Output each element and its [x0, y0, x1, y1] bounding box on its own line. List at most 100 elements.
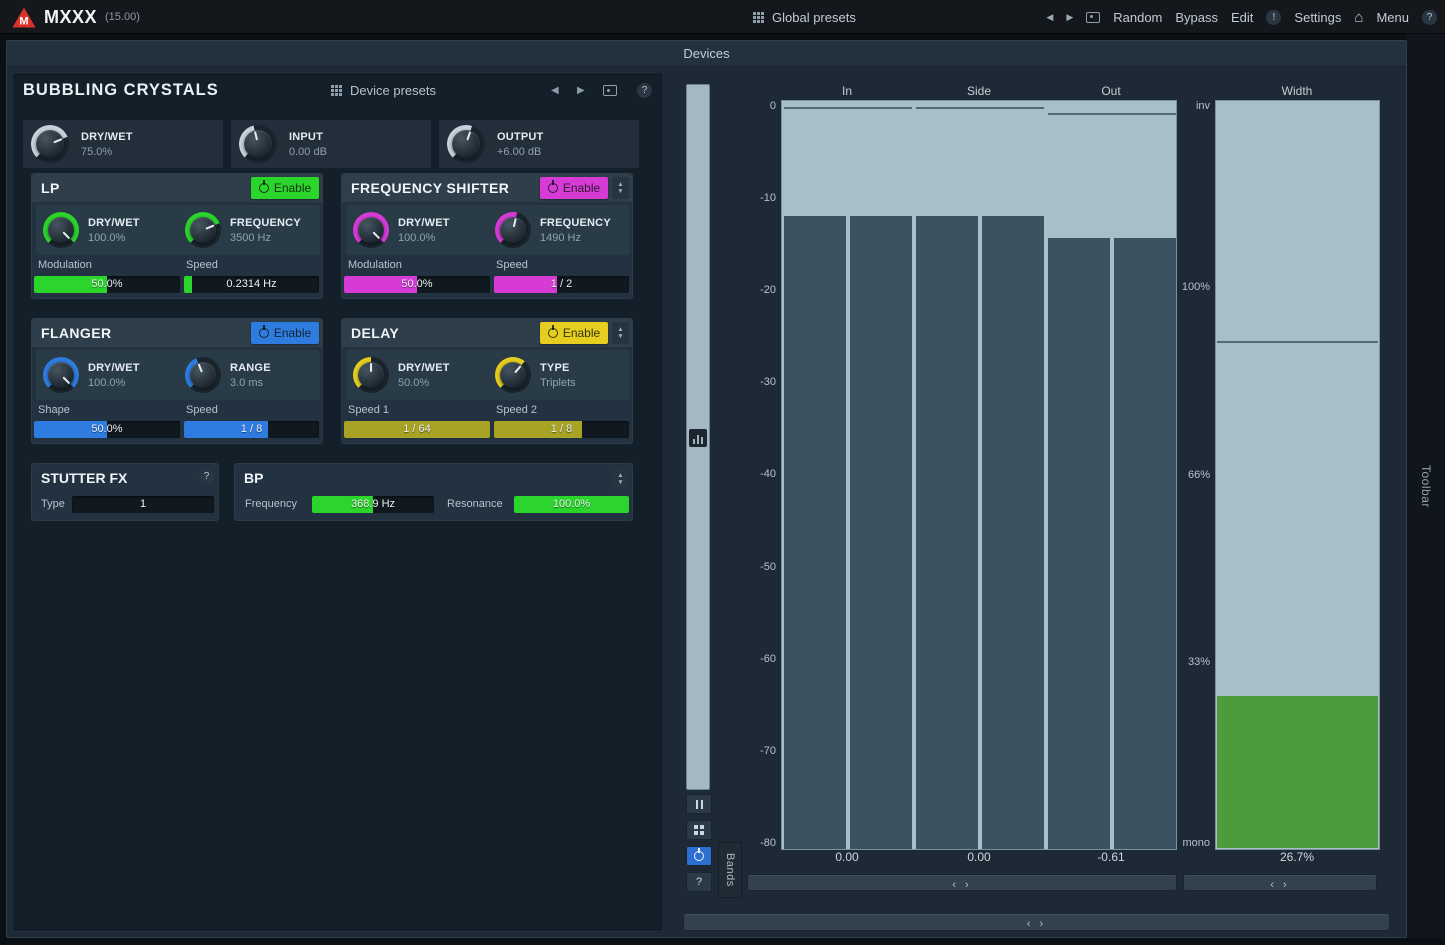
- layout-grid-icon: [694, 825, 704, 835]
- enable-button[interactable]: Enable: [540, 322, 608, 344]
- knob-range[interactable]: [185, 357, 221, 393]
- param-value: 50.0%: [344, 276, 490, 293]
- knob-group-dry-wet: DRY/WET100.0%: [36, 205, 178, 255]
- param-slider-frequency[interactable]: 368.9 Hz: [312, 496, 434, 513]
- knob-dry-wet[interactable]: [353, 357, 389, 393]
- param-label: Resonance: [447, 498, 503, 510]
- knob-value: 100.0%: [88, 377, 140, 389]
- module-bp: BP ▲ ▼ Frequency368.9 HzResonance100.0%: [234, 463, 633, 521]
- knob-type[interactable]: [495, 357, 531, 393]
- param-label: Speed: [496, 259, 528, 271]
- param-label: Modulation: [38, 259, 92, 271]
- param-slider-modulation[interactable]: 50.0%: [34, 276, 180, 293]
- device-panel: BUBBLING CRYSTALS Device presets ◀ ▶ ? D…: [14, 74, 662, 930]
- menu-button[interactable]: Menu: [1376, 10, 1409, 25]
- db-tick-label: -30: [734, 376, 776, 388]
- width-scrollbar[interactable]: ‹ ›: [1183, 874, 1377, 891]
- width-tick-label: inv: [1166, 100, 1210, 112]
- level-bar-out: [1048, 238, 1110, 849]
- enable-button[interactable]: Enable: [251, 322, 319, 344]
- stutter-help-icon[interactable]: ?: [199, 469, 214, 484]
- knob-dry-wet[interactable]: [353, 212, 389, 248]
- bottom-scrollbar[interactable]: ‹ ›: [683, 913, 1390, 931]
- settings-button[interactable]: Settings: [1294, 10, 1341, 25]
- pause-button[interactable]: [686, 794, 712, 814]
- knob-strip: DRY/WET100.0%RANGE3.0 ms: [36, 350, 320, 400]
- titlebar: M MXXX (15.00) Global presets ◀ ▶ Random…: [0, 0, 1445, 34]
- knob-output[interactable]: [447, 125, 485, 163]
- scroll-arrows-icon: ‹ ›: [1270, 879, 1289, 891]
- device-name: BUBBLING CRYSTALS: [23, 81, 219, 100]
- preset-image-icon[interactable]: [603, 85, 617, 96]
- level-bar-in: [850, 216, 912, 849]
- module-delay: DELAYEnable▲▼DRY/WET50.0%TYPETripletsSpe…: [341, 318, 633, 444]
- peak-line: [916, 107, 1044, 109]
- global-presets-button[interactable]: Global presets: [753, 0, 856, 34]
- reorder-button[interactable]: ▲▼: [612, 177, 629, 199]
- param-slider-speed[interactable]: 1 / 2: [494, 276, 629, 293]
- param-slider-modulation[interactable]: 50.0%: [344, 276, 490, 293]
- master-knob-output: OUTPUT+6.00 dB: [439, 120, 639, 168]
- knob-label: FREQUENCY: [230, 217, 301, 229]
- param-slider-resonance[interactable]: 100.0%: [514, 496, 629, 513]
- chevron-down-icon: ▼: [617, 188, 623, 195]
- knob-frequency[interactable]: [185, 212, 221, 248]
- meter-value: 0.00: [797, 850, 897, 864]
- next-global-preset-button[interactable]: ▶: [1066, 12, 1073, 23]
- meter-zoom-slider[interactable]: [686, 84, 710, 790]
- knob-group-range: RANGE3.0 ms: [178, 350, 320, 400]
- chevron-up-icon: ▲: [617, 326, 623, 333]
- meter-power-button[interactable]: [686, 846, 712, 866]
- edit-button[interactable]: Edit: [1231, 10, 1253, 25]
- param-slider-speed[interactable]: 1 / 8: [184, 421, 319, 438]
- enable-button[interactable]: Enable: [540, 177, 608, 199]
- random-button[interactable]: Random: [1113, 10, 1162, 25]
- meter-panel: ? Bands InSideOutWidth 0-10-20-30-40-50-…: [678, 74, 1400, 930]
- param-value: 1 / 8: [184, 421, 319, 438]
- meter-help-button[interactable]: ?: [686, 872, 712, 892]
- meter-column-label: In: [797, 84, 897, 98]
- bypass-button[interactable]: Bypass: [1175, 10, 1218, 25]
- param-slider-speed-2[interactable]: 1 / 8: [494, 421, 629, 438]
- knob-dry-wet[interactable]: [43, 357, 79, 393]
- layout-button[interactable]: [686, 820, 712, 840]
- reorder-button[interactable]: ▲▼: [612, 322, 629, 344]
- meter-zoom-handle[interactable]: [689, 429, 707, 447]
- info-icon[interactable]: !: [1266, 10, 1281, 25]
- previous-device-preset-button[interactable]: ◀: [551, 85, 559, 96]
- knob-dry-wet[interactable]: [43, 212, 79, 248]
- knob-group-dry-wet: DRY/WET100.0%: [346, 205, 488, 255]
- reorder-button[interactable]: ▲ ▼: [612, 468, 629, 490]
- enable-label: Enable: [274, 326, 311, 340]
- param-slider-shape[interactable]: 50.0%: [34, 421, 180, 438]
- previous-global-preset-button[interactable]: ◀: [1046, 12, 1053, 23]
- device-help-icon[interactable]: ?: [637, 83, 652, 98]
- tab-toolbar[interactable]: Toolbar: [1419, 465, 1433, 508]
- device-presets-label: Device presets: [350, 83, 436, 98]
- home-icon[interactable]: ⌂: [1354, 10, 1363, 25]
- param-label: Speed: [186, 259, 218, 271]
- help-icon[interactable]: ?: [1422, 10, 1437, 25]
- knob-input[interactable]: [239, 125, 277, 163]
- type-field[interactable]: 1: [72, 496, 214, 513]
- param-slider-speed-1[interactable]: 1 / 64: [344, 421, 490, 438]
- knob-group-frequency: FREQUENCY1490 Hz: [488, 205, 630, 255]
- module-title: LP: [41, 180, 60, 196]
- knob-value: 0.00 dB: [289, 146, 327, 158]
- knob-label: DRY/WET: [88, 217, 140, 229]
- knob-frequency[interactable]: [495, 212, 531, 248]
- preset-image-icon[interactable]: [1086, 12, 1100, 23]
- knob-label: TYPE: [540, 362, 576, 374]
- meter-scrollbar[interactable]: ‹ ›: [747, 874, 1177, 891]
- module-header: FREQUENCY SHIFTEREnable▲▼: [342, 174, 632, 202]
- enable-button[interactable]: Enable: [251, 177, 319, 199]
- db-tick-label: -40: [734, 468, 776, 480]
- meter-column-label: Side: [929, 84, 1029, 98]
- param-value: 1 / 2: [494, 276, 629, 293]
- knob-dry-wet[interactable]: [31, 125, 69, 163]
- next-device-preset-button[interactable]: ▶: [577, 85, 585, 96]
- tab-devices[interactable]: Devices: [7, 41, 1406, 67]
- module-frequency-shifter: FREQUENCY SHIFTEREnable▲▼ DRY/WET100.0%FR…: [341, 173, 633, 299]
- param-slider-speed[interactable]: 0.2314 Hz: [184, 276, 319, 293]
- device-presets-button[interactable]: Device presets: [331, 83, 436, 98]
